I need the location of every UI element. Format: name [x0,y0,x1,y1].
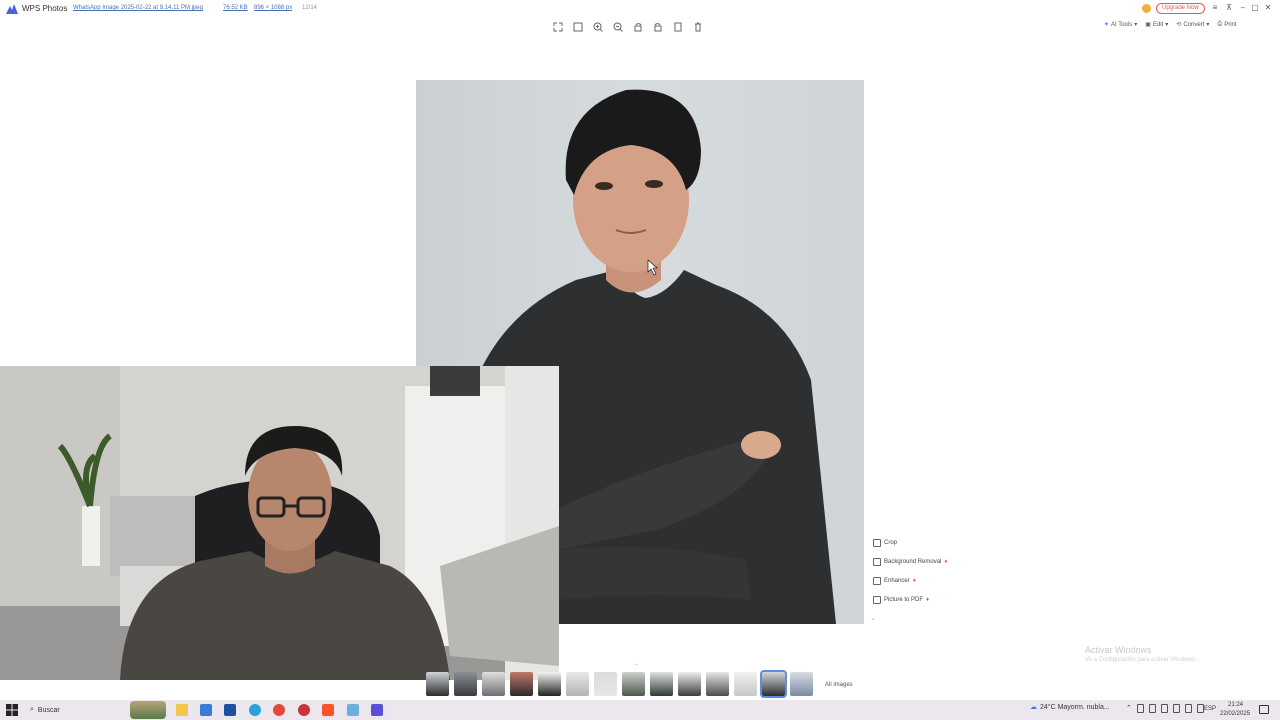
chevron-down-icon: ▾ [1134,22,1138,28]
title-bar: WPS Photos WhatsApp Image 2025-02-22 at … [0,0,1280,18]
premium-star-icon: ♦ [944,559,948,565]
clock-time[interactable]: 21:24 [1228,702,1243,708]
webcam-overlay [0,366,559,680]
thumbnail[interactable] [734,672,757,696]
zoom-in-icon[interactable] [592,20,604,34]
webcam-image [0,366,559,680]
activate-windows-subtitle: Ve a Configuración para activar Windows. [1085,657,1197,663]
menu-icon[interactable]: ≡ [1210,3,1220,13]
file-dimensions[interactable]: 896 × 1088 px [254,5,292,11]
taskbar-search[interactable]: ⌕ Buscar [26,702,126,718]
thumbnail-selected[interactable] [760,670,787,698]
wps-photos-logo-icon [6,4,18,14]
file-index: 12/14 [302,5,318,11]
all-images-link[interactable]: All images [825,682,853,688]
file-size[interactable]: 76.52 KB [223,5,248,11]
premium-star-icon: ♦ [926,597,930,603]
thumbnail[interactable] [678,672,701,696]
file-explorer-icon[interactable] [176,704,188,716]
red-app-icon[interactable] [298,704,310,716]
thumbnail[interactable] [454,672,477,696]
taskbar: ⌕ Buscar ☁ 24°C Mayorm. nubla... ⌃ ESP 2… [0,700,1280,720]
thumbnail[interactable] [538,672,561,696]
fit-screen-icon[interactable] [552,20,564,34]
wps-photos-taskbar-icon[interactable] [371,704,383,716]
convert-icon: ⟲ [1176,22,1182,28]
notifications-icon[interactable] [1259,705,1269,714]
thumbnail[interactable] [622,672,645,696]
windows-start-icon[interactable] [6,704,18,716]
edge-icon[interactable] [249,704,261,716]
file-name-link[interactable]: WhatsApp Image 2025-02-22 at 9.14.11 PM.… [73,5,203,11]
weather-icon: ☁ [1030,704,1037,711]
edit-menu[interactable]: ▣ Edit ▾ [1145,21,1169,29]
chevron-down-icon[interactable]: ⌄ [870,614,876,622]
maximize-icon[interactable]: ▢ [1250,3,1260,13]
search-icon: ⌕ [30,706,34,713]
tray-app-icon[interactable] [1136,704,1144,713]
rotate-right-icon[interactable] [652,20,664,34]
thumbnail[interactable] [426,672,449,696]
filmstrip [426,670,813,698]
calendar-app-icon[interactable] [224,704,236,716]
ai-tools-menu[interactable]: ✦ AI Tools ▾ [1104,21,1138,29]
battery-icon[interactable] [1160,704,1168,713]
thumbnail[interactable] [790,672,813,696]
network-icon[interactable] [1172,704,1180,713]
top-right-tools: ✦ AI Tools ▾ ▣ Edit ▾ ⟲ Convert ▾ ⎙ Print [1104,21,1237,28]
clock-date[interactable]: 22/02/2025 [1220,711,1250,717]
minimize-icon[interactable]: – [1238,3,1248,13]
picture-to-pdf-action[interactable]: Picture to PDF ♦ [870,594,932,606]
collapse-filmstrip-icon[interactable]: ⌃ [634,663,639,670]
print-icon: ⎙ [1217,21,1223,27]
system-tray: ⌃ [1126,704,1204,713]
thumbnail[interactable] [706,672,729,696]
premium-star-icon: ♦ [912,578,916,584]
edit-icon: ▣ [1145,22,1151,28]
zoom-out-icon[interactable] [612,20,624,34]
activate-windows-title: Activar Windows [1085,645,1152,655]
premium-coin-icon [1142,4,1151,13]
weather-widget[interactable]: ☁ 24°C Mayorm. nubla... [1030,703,1110,712]
delete-icon[interactable] [692,20,704,34]
speaker-icon[interactable] [1196,704,1204,713]
chrome-icon[interactable] [273,704,285,716]
app-icon[interactable] [347,704,359,716]
volume-icon[interactable] [1184,704,1192,713]
convert-menu[interactable]: ⟲ Convert ▾ [1176,21,1210,29]
enhancer-action[interactable]: Enhancer ♦ [870,575,919,587]
widgets-icon[interactable] [130,701,166,719]
thumbnail[interactable] [482,672,505,696]
close-icon[interactable]: ✕ [1263,3,1273,13]
crop-action[interactable]: Crop [870,537,900,549]
thumbnail[interactable] [566,672,589,696]
background-removal-icon [873,558,881,566]
chevron-up-icon[interactable]: ⌃ [1126,704,1132,713]
copy-icon[interactable] [672,20,684,34]
brave-icon[interactable] [322,704,334,716]
thumbnail[interactable] [594,672,617,696]
store-icon[interactable] [200,704,212,716]
language-indicator[interactable]: ESP [1204,706,1216,712]
chevron-down-icon: ▾ [1165,22,1169,28]
enhancer-icon [873,577,881,585]
crop-icon [873,539,881,547]
pin-icon[interactable]: ⊼ [1224,3,1234,13]
pdf-icon [873,596,881,604]
chevron-down-icon: ▾ [1206,22,1210,28]
upgrade-button[interactable]: Upgrade Now [1156,3,1205,14]
microphone-icon[interactable] [1148,704,1156,713]
rotate-left-icon[interactable] [632,20,644,34]
thumbnail[interactable] [510,672,533,696]
thumbnail[interactable] [650,672,673,696]
viewer-toolbar [552,20,704,34]
print-button[interactable]: ⎙ Print [1217,21,1236,28]
ai-sparkle-icon: ✦ [1104,22,1110,28]
background-removal-action[interactable]: Background Removal ♦ [870,556,950,568]
actual-size-icon[interactable] [572,20,584,34]
app-name: WPS Photos [22,4,68,13]
